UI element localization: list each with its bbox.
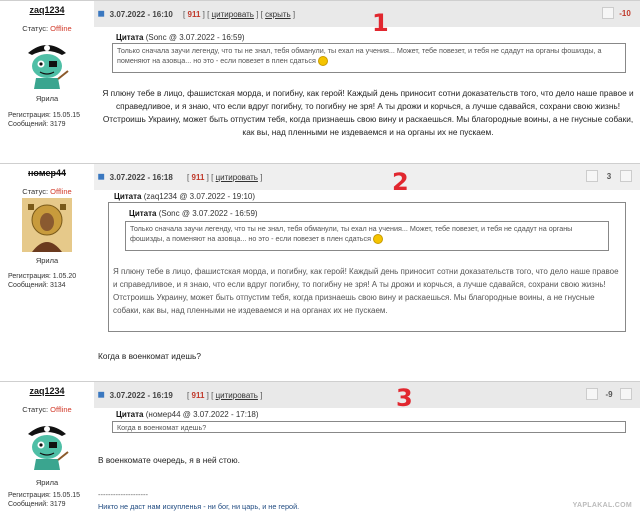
post-body: Когда в военкомат идешь? [98,351,201,361]
post-anchor-icon[interactable]: ⯀ [98,173,104,182]
site-watermark: YAPLAKAL.COM [572,502,632,509]
quote-link[interactable]: цитировать [216,173,258,182]
rating-widget: -10 [602,6,632,20]
outer-quote-box: Цитата (Sonc @ 3.07.2022 - 16:59) Только… [108,202,626,332]
author-rank: Ярила [35,94,59,103]
quote-header: Цитата (Sonc @ 3.07.2022 - 16:59) [116,33,245,42]
post-date: 3.07.2022 - 16:18 [109,173,173,182]
icon-portrait-avatar[interactable] [22,198,72,252]
post-body: В военкомате очередь, я в ней стою. [98,455,240,465]
post-3: zaq1234 Статус: Offline Ярила Регистраци… [0,381,640,513]
quote-link[interactable]: цитировать [212,10,254,19]
signature: Никто не даст нам искупленья - ни бог, н… [98,502,300,511]
post-author-sidebar: zaq1234 Статус: Offline Ярила Регистраци… [0,382,94,513]
vote-up-button[interactable] [586,170,598,182]
pirate-cat-avatar[interactable] [22,35,72,89]
vote-up-button[interactable] [602,7,614,19]
rating-value: -10 [619,8,631,18]
author-rank: Ярила [35,478,59,487]
hide-link[interactable]: скрыть [265,10,291,19]
inner-quote-header: Цитата (Sonc @ 3.07.2022 - 16:59) [129,209,258,218]
post-header: ⯀ 3.07.2022 - 16:18 [ 911 ] [ цитировать… [94,164,640,190]
post-number-link[interactable]: 911 [192,391,205,400]
rating-value: -9 [605,389,613,399]
smile-icon [373,234,384,245]
author-registration: Регистрация: 15.05.15 [8,492,81,499]
vote-down-button[interactable] [620,388,632,400]
rating-widget: 3 [586,169,632,183]
quote-box: Когда в военкомат идешь? [112,421,626,433]
post-number-link[interactable]: 911 [192,173,205,182]
quote-header: Цитата (zaq1234 @ 3.07.2022 - 19:10) [114,192,256,201]
quote-header: Цитата (номер44 @ 3.07.2022 - 17:18) [116,410,259,419]
quote-box: Только сначала заучи легенду, что ты не … [112,43,626,73]
author-registration: Регистрация: 15.05.15 [8,112,81,119]
author-username[interactable]: номер44 [0,168,94,178]
post-author-sidebar: zaq1234 Статус: Offline Ярила Регистраци… [0,1,94,163]
author-message-count: Сообщений: 3179 [8,501,66,508]
rating-widget: -9 [586,387,632,401]
author-status: Статус: Offline [22,24,72,33]
author-username[interactable]: zaq1234 [0,386,94,396]
author-message-count: Сообщений: 3179 [8,121,66,128]
author-message-count: Сообщений: 3134 [8,282,66,289]
vote-up-button[interactable] [586,388,598,400]
post-date: 3.07.2022 - 16:19 [109,391,173,400]
signature-divider: -------------------- [98,490,148,499]
post-anchor-icon[interactable]: ⯀ [98,10,104,19]
author-registration: Регистрация: 1.05.20 [8,273,77,280]
inner-quote-box: Только сначала заучи легенду, что ты не … [125,221,609,251]
status-offline: Offline [50,24,72,33]
rating-value: 3 [606,171,612,181]
post-header: ⯀ 3.07.2022 - 16:19 [ 911 ] [ цитировать… [94,382,640,408]
post-content: Цитата (Sonc @ 3.07.2022 - 16:59) Только… [94,27,640,163]
author-status: Статус: Offline [22,405,72,414]
post-date: 3.07.2022 - 16:10 [109,10,173,19]
post-anchor-icon[interactable]: ⯀ [98,391,104,400]
smile-icon [317,56,328,67]
author-username[interactable]: zaq1234 [0,5,94,15]
vote-down-button[interactable] [620,170,632,182]
author-rank: Ярила [35,256,59,265]
author-status: Статус: Offline [22,187,72,196]
post-content: Цитата (номер44 @ 3.07.2022 - 17:18) Ког… [94,408,640,513]
quote-link[interactable]: цитировать [216,391,258,400]
post-number-link[interactable]: 911 [188,10,201,19]
outer-quote-text: Я плюну тебе в лицо, фашистская морда, и… [113,267,619,315]
post-1: zaq1234 Статус: Offline Ярила Регистраци… [0,0,640,163]
post-author-sidebar: номер44 Статус: Offline Ярила Регистраци… [0,164,94,381]
post-header: ⯀ 3.07.2022 - 16:10 [ 911 ] [ цитировать… [94,1,640,27]
annotation-marker: 3 [396,384,413,412]
post-2: номер44 Статус: Offline Ярила Регистраци… [0,163,640,381]
pirate-cat-avatar[interactable] [22,416,72,470]
status-offline: Offline [50,187,72,196]
status-offline: Offline [50,405,72,414]
post-content: Цитата (zaq1234 @ 3.07.2022 - 19:10) Цит… [94,190,640,381]
post-body: Я плюну тебе в лицо, фашистская морда, и… [102,88,634,137]
